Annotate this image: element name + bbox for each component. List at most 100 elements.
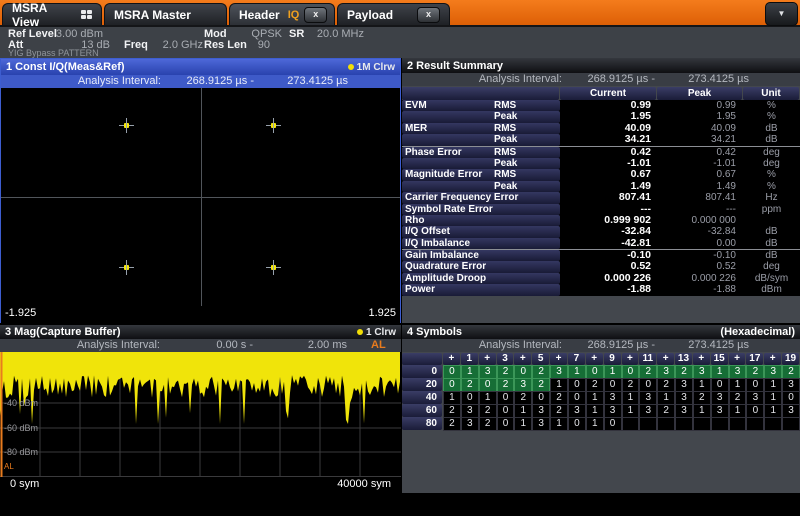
- symbol-cell: 1: [729, 404, 747, 418]
- symbol-cell: 3: [604, 404, 622, 418]
- symbol-cell: 3: [550, 365, 568, 379]
- interval-end: 273.4125 µs: [655, 339, 749, 352]
- symbol-cell: 0: [479, 378, 497, 392]
- symbols-panel-titlebar[interactable]: 4 Symbols (Hexadecimal): [402, 325, 800, 339]
- symbols-header-row: +1+3+5+7+9+11+13+15+17+19: [402, 353, 800, 365]
- peak-value: -0.10: [657, 250, 743, 261]
- col-unit: Unit: [743, 87, 799, 100]
- close-tab-icon[interactable]: x: [304, 7, 327, 23]
- y-tick--80: -80 dBm: [4, 447, 38, 457]
- tab-msra-master[interactable]: MSRA Master: [104, 3, 227, 25]
- panel-title: 4 Symbols: [407, 326, 462, 338]
- symbol-cell: [782, 417, 800, 431]
- symbol-cell: [746, 417, 764, 431]
- result-row-label: Quadrature Error: [402, 261, 560, 272]
- symbols-row: 001320231010232313232: [402, 365, 800, 378]
- unit-value: dB: [743, 123, 800, 134]
- symbol-cell: 1: [604, 365, 622, 379]
- symbol-cell: 1: [568, 365, 586, 379]
- grid-view-icon: [81, 10, 92, 19]
- peak-value: 1.49: [657, 181, 743, 192]
- x-min-label: -1.925: [5, 307, 36, 323]
- result-row: EVMRMS0.990.99%: [402, 100, 800, 111]
- trace-dot-icon: [357, 329, 363, 335]
- chevron-down-icon[interactable]: ▼: [765, 2, 798, 26]
- trace-dot-icon: [348, 64, 354, 70]
- tab-payload[interactable]: Payload x: [337, 3, 450, 25]
- symbol-cell: [657, 417, 675, 431]
- symbols-col-header: +: [622, 353, 639, 365]
- symbols-row-header: 60: [402, 404, 442, 417]
- interval-start: 268.9125 µs -: [161, 75, 254, 88]
- constellation-plot: [1, 88, 400, 306]
- symbols-row: 802320131010: [402, 417, 800, 430]
- symbols-col-header: 11: [639, 353, 656, 365]
- analysis-interval-bar: Analysis Interval: 268.9125 µs - 273.412…: [402, 73, 800, 86]
- x-max-label: 1.925: [368, 307, 396, 323]
- symbol-cell: 3: [604, 391, 622, 405]
- res-len-value: 90: [242, 39, 270, 51]
- symbols-col-header: +: [514, 353, 531, 365]
- symbols-row: 6023201323131323131013: [402, 404, 800, 417]
- result-row: Peak-1.01-1.01deg: [402, 158, 800, 169]
- interval-start: 0.00 s -: [160, 339, 253, 352]
- constellation-panel: 1 Const I/Q(Meas&Ref) 1M Clrw Analysis I…: [0, 58, 401, 323]
- symbol-cell: 2: [586, 378, 604, 392]
- interval-end: 273.4125 µs: [655, 73, 749, 86]
- symbol-cell: [729, 417, 747, 431]
- peak-value: ---: [657, 204, 743, 215]
- unit-value: dB: [743, 250, 800, 261]
- yig-bypass-status: YIG Bypass PATTERN: [8, 48, 99, 58]
- analysis-interval-label: Analysis Interval:: [402, 73, 562, 86]
- symbol-cell: 1: [729, 378, 747, 392]
- mag-panel-titlebar[interactable]: 3 Mag(Capture Buffer) 1 Clrw: [0, 325, 401, 339]
- unit-value: dB: [743, 134, 800, 145]
- symbols-row-header: 20: [402, 378, 442, 391]
- sr-value: 20.0 MHz: [308, 28, 364, 40]
- result-row: Quadrature Error0.520.52deg: [402, 261, 800, 272]
- close-tab-icon[interactable]: x: [417, 7, 440, 23]
- symbol-cell: 3: [746, 391, 764, 405]
- result-row: Symbol Rate Error------ppm: [402, 204, 800, 215]
- panel-title: 1 Const I/Q(Meas&Ref): [6, 61, 125, 73]
- symbols-row: 2002023210202023101013: [402, 378, 800, 391]
- peak-value: 0.00: [657, 238, 743, 249]
- peak-value: 0.99: [657, 100, 743, 111]
- constellation-point: [119, 118, 134, 133]
- symbol-cell: 3: [782, 378, 800, 392]
- symbols-panel: 4 Symbols (Hexadecimal) Analysis Interva…: [402, 325, 800, 493]
- tab-label: MSRA View: [12, 1, 73, 29]
- symbol-cell: 1: [622, 404, 640, 418]
- symbol-cell: 0: [497, 404, 515, 418]
- symbols-row-header: 0: [402, 365, 442, 378]
- tab-bar: MSRA View MSRA Master Header IQ x Payloa…: [0, 0, 800, 27]
- symbols-row-header: 80: [402, 417, 442, 430]
- result-row: Phase ErrorRMS0.420.42deg: [402, 146, 800, 158]
- symbol-cell: 0: [746, 404, 764, 418]
- peak-value: 34.21: [657, 134, 743, 145]
- peak-value: 0.52: [657, 261, 743, 272]
- symbol-cell: 1: [586, 391, 604, 405]
- freq-label: Freq: [124, 39, 148, 51]
- peak-value: 0.67: [657, 169, 743, 180]
- symbol-cell: 2: [729, 391, 747, 405]
- result-row-label: Peak: [402, 111, 560, 122]
- tab-msra-view[interactable]: MSRA View: [2, 3, 102, 25]
- constellation-panel-titlebar[interactable]: 1 Const I/Q(Meas&Ref) 1M Clrw: [1, 59, 400, 75]
- result-panel-titlebar[interactable]: 2 Result Summary: [402, 58, 800, 73]
- symbol-cell: 2: [782, 365, 800, 379]
- symbol-cell: 0: [604, 417, 622, 431]
- symbols-col-header: 1: [461, 353, 478, 365]
- symbol-cell: 3: [675, 391, 693, 405]
- symbols-col-header: 19: [782, 353, 799, 365]
- symbols-corner-cell: [402, 353, 442, 365]
- symbol-cell: 0: [497, 417, 515, 431]
- peak-value: 807.41: [657, 192, 743, 203]
- mag-x-axis: 0 sym 40000 sym: [0, 477, 401, 494]
- auto-level-flag: AL: [371, 339, 386, 352]
- symbol-cell: 0: [443, 365, 461, 379]
- result-row: Gain Imbalance-0.10-0.10dB: [402, 249, 800, 261]
- peak-value: 40.09: [657, 123, 743, 134]
- tab-header[interactable]: Header IQ x: [229, 3, 335, 25]
- symbols-col-header: +: [764, 353, 781, 365]
